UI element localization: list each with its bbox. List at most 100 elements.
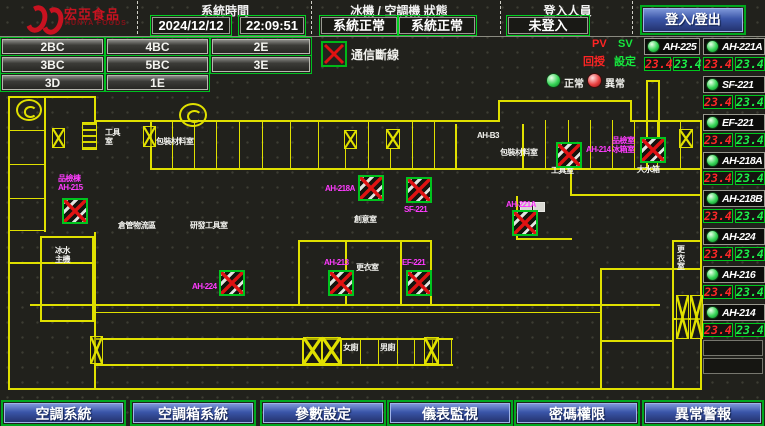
header-separator <box>0 36 765 37</box>
unit-pv-value: 23.4 <box>703 171 733 185</box>
shaft-x-icon <box>344 130 357 149</box>
wall-segment <box>412 120 413 168</box>
nav-button-儀表監視[interactable]: 儀表監視 <box>390 403 510 423</box>
ahu-device-icon-fault[interactable] <box>219 270 245 296</box>
wall-segment <box>368 120 369 168</box>
comm-broken-label: 通信斷線 <box>351 46 399 63</box>
floor-button-3e[interactable]: 3E <box>212 57 310 72</box>
unit-tile-ah-218b[interactable]: AH-218B <box>703 190 765 207</box>
unit-tile-sf-221[interactable]: SF-221 <box>703 76 765 93</box>
wall-segment <box>8 388 702 390</box>
wall-segment <box>590 120 591 168</box>
wall-segment <box>8 230 44 231</box>
floor-button-2bc[interactable]: 2BC <box>2 39 103 54</box>
ahu-device-icon-fault[interactable] <box>406 270 432 296</box>
ahu-device-label: SF-221 <box>404 206 427 215</box>
wall-segment <box>658 80 660 138</box>
unit-tile-ah-224[interactable]: AH-224 <box>703 228 765 245</box>
wall-segment <box>8 96 96 98</box>
unit-sv-value: 23.4 <box>735 171 765 185</box>
ahu-device-label: AH-224 <box>192 283 217 292</box>
wall-segment <box>400 240 402 305</box>
wall-segment <box>40 236 42 322</box>
wall-segment <box>646 80 658 82</box>
login-logout-button[interactable]: 登入/登出 <box>643 8 743 32</box>
room-label: 大水箱 <box>637 166 667 175</box>
nav-button-空調系統[interactable]: 空調系統 <box>4 403 123 423</box>
unit-empty-slot <box>703 358 763 374</box>
wall-segment <box>290 120 291 168</box>
unit-sv-value: 23.4 <box>735 209 765 223</box>
wall-segment <box>94 120 500 122</box>
room-label: 工具室 <box>551 167 581 176</box>
ahu-device-icon-fault[interactable] <box>406 177 432 203</box>
wall-segment <box>341 338 342 364</box>
wall-segment <box>378 338 379 364</box>
unit-tile-ef-221[interactable]: EF-221 <box>703 114 765 131</box>
floor-button-2e[interactable]: 2E <box>212 39 310 54</box>
ahu-device-icon-fault[interactable] <box>358 175 384 201</box>
wall-segment <box>239 120 240 168</box>
unit-pv-value: 23.4 <box>703 285 733 299</box>
shaft-x-icon <box>322 337 341 364</box>
wall-segment <box>150 168 702 170</box>
wall-segment <box>630 120 702 122</box>
wall-segment <box>672 240 702 242</box>
room-label: 研發工具室 <box>190 222 234 231</box>
ahu-device-icon-fault[interactable] <box>62 198 88 224</box>
shaft-x-icon <box>424 337 439 364</box>
ahu-device-icon-fault[interactable] <box>328 270 354 296</box>
room-label: 工具室 <box>105 129 127 146</box>
floor-button-3bc[interactable]: 3BC <box>2 57 103 72</box>
nav-button-密碼權限[interactable]: 密碼權限 <box>517 403 637 423</box>
ahu-device-icon-fault[interactable] <box>512 210 538 236</box>
unit-status-led-icon <box>706 78 719 91</box>
floor-button-3d[interactable]: 3D <box>2 75 103 90</box>
wall-segment <box>262 120 263 168</box>
brand-logo-icon <box>26 3 60 31</box>
wall-segment <box>600 340 672 342</box>
wall-segment <box>522 124 524 168</box>
unit-tile-ah-225[interactable]: AH-225 <box>644 38 700 55</box>
ahu-device-icon-fault[interactable] <box>640 137 666 163</box>
nav-button-參數設定[interactable]: 參數設定 <box>263 403 383 423</box>
sv-header-label: SV <box>618 38 633 50</box>
nav-button-空調箱系統[interactable]: 空調箱系統 <box>133 403 253 423</box>
wall-segment <box>516 238 572 240</box>
floor-button-4bc[interactable]: 4BC <box>107 39 208 54</box>
wall-segment <box>298 240 300 305</box>
wall-segment <box>8 164 44 165</box>
unit-tile-ah-221a[interactable]: AH-221A <box>703 38 765 55</box>
unit-name-label: AH-221A <box>722 41 762 53</box>
chiller-status-value: 系統正常 <box>321 17 397 34</box>
ahu-device-label: 品檢室冰箱室 <box>612 137 635 155</box>
unit-status-led-icon <box>706 40 719 53</box>
unit-status-led-icon <box>706 230 719 243</box>
system-date-value: 2024/12/12 <box>152 17 230 34</box>
unit-sv-value: 23.4 <box>735 57 765 71</box>
fan-coil-icon <box>179 103 207 127</box>
floor-button-1e[interactable]: 1E <box>107 75 208 90</box>
login-user-value: 未登入 <box>508 17 588 34</box>
unit-sv-value: 23.4 <box>735 133 765 147</box>
room-label: 男廁 <box>380 344 398 353</box>
wall-segment <box>92 236 94 322</box>
unit-tile-ah-216[interactable]: AH-216 <box>703 266 765 283</box>
shaft-x-icon <box>690 295 703 339</box>
room-label: 更衣室 <box>356 264 388 273</box>
unit-pv-value: 23.4 <box>703 209 733 223</box>
unit-name-label: SF-221 <box>722 79 753 91</box>
ahu-device-label: AH-221A <box>506 201 536 210</box>
unit-empty-slot <box>703 340 763 356</box>
ahu-device-label: AH-214 <box>586 146 611 155</box>
room-label: 倉管物流區 <box>118 222 162 231</box>
unit-sv-value: 23.4 <box>735 285 765 299</box>
unit-tile-ah-218a[interactable]: AH-218A <box>703 152 765 169</box>
ahu-device-icon-fault[interactable] <box>556 142 582 168</box>
wall-segment <box>95 312 600 313</box>
unit-tile-ah-214[interactable]: AH-214 <box>703 304 765 321</box>
nav-button-異常警報[interactable]: 異常警報 <box>645 403 761 423</box>
unit-status-led-icon <box>706 306 719 319</box>
floor-button-5bc[interactable]: 5BC <box>107 57 208 72</box>
pv-name-label: 回授 <box>583 53 605 69</box>
